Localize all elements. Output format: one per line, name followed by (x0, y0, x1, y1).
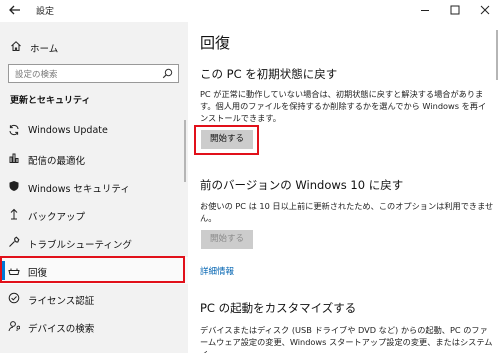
rollback-description: お使いの PC は 10 日以上前に更新されたため、このオプションは利用できませ… (200, 201, 494, 223)
more-info-link[interactable]: 詳細情報 (200, 265, 234, 277)
wrench-icon (9, 236, 20, 247)
sidebar-item-find-my-device[interactable]: デバイスの検索 (0, 313, 188, 340)
settings-window: 設定 ホーム 設定の検索 更新とセキュリティ Windows Update 配信… (0, 0, 500, 353)
check-circle-icon (8, 292, 20, 304)
page-title: 回復 (200, 34, 231, 52)
minimize-icon[interactable] (417, 2, 433, 18)
close-icon[interactable] (477, 2, 493, 18)
sidebar-item-label: Windows Update (28, 125, 108, 136)
settings-search-input[interactable]: 設定の検索 (8, 64, 179, 83)
title-bar: 設定 (0, 0, 500, 22)
search-icon[interactable] (162, 68, 173, 79)
sidebar-item-delivery-optimization[interactable]: 配信の最適化 (0, 145, 188, 172)
sidebar-item-label: ライセンス認証 (28, 296, 95, 307)
nav-home-label: ホーム (30, 44, 59, 55)
back-arrow-icon[interactable] (8, 3, 22, 17)
sidebar-item-activation[interactable]: ライセンス認証 (0, 285, 188, 312)
sidebar-item-label: Windows セキュリティ (28, 184, 130, 195)
nav-home[interactable]: ホーム (0, 36, 188, 58)
advanced-startup-description: デバイスまたはディスク (USB ドライブや DVD など) からの起動、PC … (200, 325, 493, 353)
delivery-optimization-icon (9, 153, 19, 163)
sidebar-item-label: デバイスの検索 (28, 324, 95, 335)
sidebar-item-windows-security[interactable]: Windows セキュリティ (0, 173, 188, 200)
maximize-icon[interactable] (447, 2, 463, 18)
reset-description: PC が正常に動作していない場合は、初期状態に戻すと解決する場合があります。個人… (200, 89, 487, 123)
sidebar-item-troubleshoot[interactable]: トラブルシューティング (0, 229, 188, 256)
window-title: 設定 (36, 7, 55, 17)
rollback-heading: 前のバージョンの Windows 10 に戻す (200, 178, 404, 192)
reset-heading: この PC を初期状態に戻す (200, 67, 338, 81)
sidebar: ホーム 設定の検索 更新とセキュリティ Windows Update 配信の最適… (0, 22, 188, 353)
main-content: 回復 この PC を初期状態に戻す PC が正常に動作していない場合は、初期状態… (188, 22, 500, 353)
sync-icon (9, 124, 19, 136)
shield-icon (9, 181, 19, 191)
advanced-startup-heading: PC の起動をカスタマイズする (200, 301, 357, 315)
home-icon (11, 41, 21, 51)
person-location-icon (8, 321, 20, 332)
backup-arrow-icon (10, 208, 18, 220)
sidebar-item-label: バックアップ (28, 212, 86, 223)
highlight-frame-start-button (194, 125, 259, 155)
section-heading: 更新とセキュリティ (10, 96, 91, 106)
sidebar-item-backup[interactable]: バックアップ (0, 201, 188, 228)
highlight-frame-recovery (0, 256, 185, 283)
rollback-start-button: 開始する (201, 230, 253, 249)
content-scrollbar[interactable] (496, 30, 498, 80)
search-placeholder: 設定の検索 (15, 70, 58, 80)
sidebar-item-label: 配信の最適化 (28, 156, 86, 167)
sidebar-item-windows-update[interactable]: Windows Update (0, 117, 188, 144)
sidebar-item-label: トラブルシューティング (28, 240, 132, 251)
